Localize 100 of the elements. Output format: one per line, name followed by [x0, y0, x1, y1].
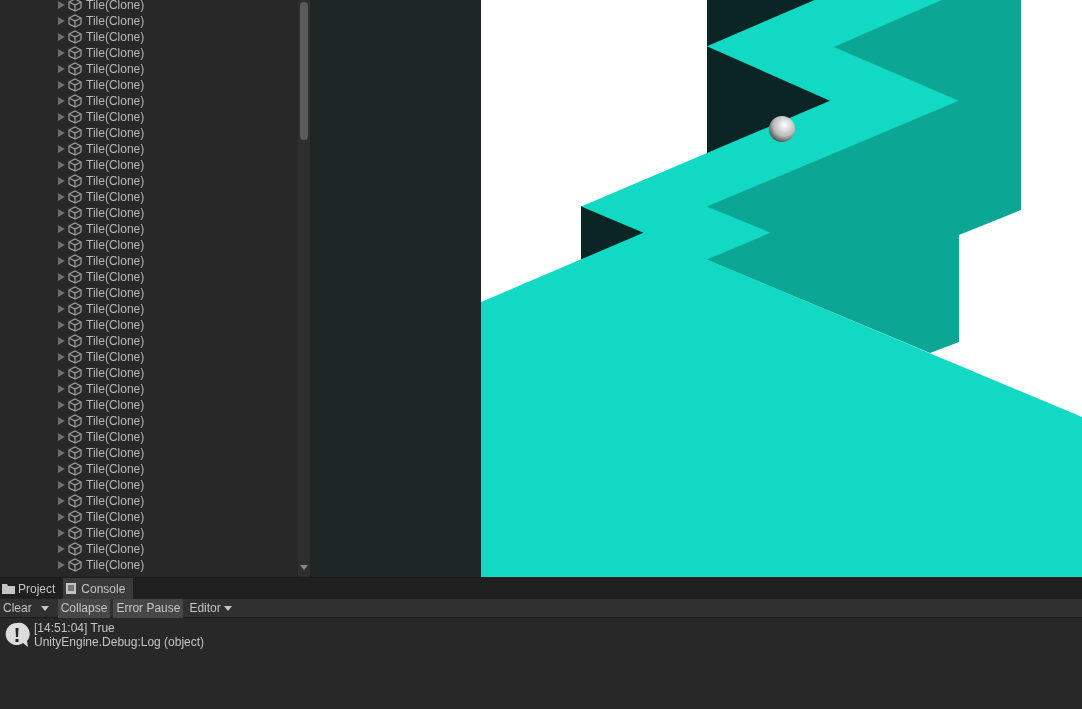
expand-arrow-icon[interactable]: [58, 49, 65, 57]
expand-arrow-icon[interactable]: [58, 529, 65, 537]
scrollbar[interactable]: [298, 0, 310, 577]
cube-icon: [68, 286, 82, 300]
hierarchy-item-label[interactable]: Tile(Clone): [86, 461, 145, 477]
expand-arrow-icon[interactable]: [58, 433, 65, 441]
expand-arrow-icon[interactable]: [58, 465, 65, 473]
hierarchy-item-label[interactable]: Tile(Clone): [86, 253, 145, 269]
cube-icon: [68, 190, 82, 204]
cube-icon: [68, 494, 82, 508]
expand-arrow-icon[interactable]: [58, 81, 65, 89]
cube-icon: [68, 478, 82, 492]
cube-icon: [68, 94, 82, 108]
expand-arrow-icon[interactable]: [58, 225, 65, 233]
expand-arrow-icon[interactable]: [58, 401, 65, 409]
expand-arrow-icon[interactable]: [58, 513, 65, 521]
folder-icon: [2, 583, 15, 594]
expand-arrow-icon[interactable]: [58, 65, 65, 73]
expand-arrow-icon[interactable]: [58, 129, 65, 137]
expand-arrow-icon[interactable]: [58, 417, 65, 425]
hierarchy-item-label[interactable]: Tile(Clone): [86, 317, 145, 333]
cube-icon: [68, 510, 82, 524]
expand-arrow-icon[interactable]: [58, 385, 65, 393]
expand-arrow-icon[interactable]: [58, 449, 65, 457]
hierarchy-item-label[interactable]: Tile(Clone): [86, 189, 145, 205]
hierarchy-item-label[interactable]: Tile(Clone): [86, 109, 145, 125]
cube-icon: [68, 30, 82, 44]
hierarchy-item-label[interactable]: Tile(Clone): [86, 429, 145, 445]
expand-arrow-icon[interactable]: [58, 305, 65, 313]
hierarchy-item-label[interactable]: Tile(Clone): [86, 269, 145, 285]
hierarchy-item-label[interactable]: Tile(Clone): [86, 525, 145, 541]
console-icon: [65, 583, 79, 594]
hierarchy-item-label[interactable]: Tile(Clone): [86, 541, 145, 557]
hierarchy-item-label[interactable]: Tile(Clone): [86, 397, 145, 413]
dropdown-button[interactable]: Editor: [186, 598, 235, 618]
cube-icon: [68, 222, 82, 236]
hierarchy-item-label[interactable]: Tile(Clone): [86, 221, 145, 237]
expand-arrow-icon[interactable]: [58, 161, 65, 169]
hierarchy-item-label[interactable]: Tile(Clone): [86, 509, 145, 525]
hierarchy-item-label[interactable]: Tile(Clone): [86, 381, 145, 397]
hierarchy-item-label[interactable]: Tile(Clone): [86, 61, 145, 77]
cube-icon: [68, 542, 82, 556]
expand-arrow-icon[interactable]: [58, 97, 65, 105]
hierarchy-item-label[interactable]: Tile(Clone): [86, 141, 145, 157]
hierarchy-item-label[interactable]: Tile(Clone): [86, 493, 145, 509]
cube-icon: [68, 62, 82, 76]
cube-icon: [68, 334, 82, 348]
hierarchy-item-label[interactable]: Tile(Clone): [86, 0, 145, 13]
hierarchy-item-label[interactable]: Tile(Clone): [86, 205, 145, 221]
expand-arrow-icon[interactable]: [58, 193, 65, 201]
expand-arrow-icon[interactable]: [58, 17, 65, 25]
expand-arrow-icon[interactable]: [58, 497, 65, 505]
expand-arrow-icon[interactable]: [58, 481, 65, 489]
expand-arrow-icon[interactable]: [58, 369, 65, 377]
hierarchy-item-label[interactable]: Tile(Clone): [86, 157, 145, 173]
hierarchy-item-label[interactable]: Tile(Clone): [86, 333, 145, 349]
log-message-icon: [3, 621, 31, 649]
expand-arrow-icon[interactable]: [58, 321, 65, 329]
hierarchy-item-label[interactable]: Tile(Clone): [86, 13, 145, 29]
cube-icon: [68, 78, 82, 92]
cube-icon: [68, 46, 82, 60]
hierarchy-item-label[interactable]: Tile(Clone): [86, 301, 145, 317]
cube-icon: [68, 158, 82, 172]
hierarchy-item-label[interactable]: Tile(Clone): [86, 365, 145, 381]
hierarchy-item-label[interactable]: Tile(Clone): [86, 93, 145, 109]
expand-arrow-icon[interactable]: [58, 337, 65, 345]
hierarchy-item-label[interactable]: Tile(Clone): [86, 285, 145, 301]
expand-arrow-icon[interactable]: [58, 33, 65, 41]
hierarchy-item-label[interactable]: Tile(Clone): [86, 557, 145, 573]
cube-icon: [68, 366, 82, 380]
hierarchy-item-label[interactable]: Tile(Clone): [86, 477, 145, 493]
expand-arrow-icon[interactable]: [58, 145, 65, 153]
expand-arrow-icon[interactable]: [58, 545, 65, 553]
expand-arrow-icon[interactable]: [58, 257, 65, 265]
hierarchy-item-label[interactable]: Tile(Clone): [86, 173, 145, 189]
panel-tab[interactable]: Console: [63, 578, 134, 599]
hierarchy-item-label[interactable]: Tile(Clone): [86, 413, 145, 429]
hierarchy-item-label[interactable]: Tile(Clone): [86, 125, 145, 141]
expand-arrow-icon[interactable]: [58, 289, 65, 297]
cube-icon: [68, 174, 82, 188]
scrollbar-thumb[interactable]: [300, 2, 308, 140]
expand-arrow-icon[interactable]: [58, 241, 65, 249]
cube-icon: [68, 206, 82, 220]
hierarchy-item-label[interactable]: Tile(Clone): [86, 77, 145, 93]
hierarchy-item-label[interactable]: Tile(Clone): [86, 45, 145, 61]
expand-arrow-icon[interactable]: [58, 209, 65, 217]
expand-arrow-icon[interactable]: [58, 273, 65, 281]
expand-arrow-icon[interactable]: [58, 177, 65, 185]
hierarchy-item-label[interactable]: Tile(Clone): [86, 237, 145, 253]
panel-tab[interactable]: Project: [0, 578, 64, 599]
expand-arrow-icon[interactable]: [58, 113, 65, 121]
log-message[interactable]: [14:51:04] True: [34, 621, 205, 635]
hierarchy-item-label[interactable]: Tile(Clone): [86, 445, 145, 461]
clear-button[interactable]: Clear: [0, 598, 35, 618]
expand-arrow-icon[interactable]: [58, 1, 65, 9]
hierarchy-item-label[interactable]: Tile(Clone): [86, 349, 145, 365]
expand-arrow-icon[interactable]: [58, 353, 65, 361]
hierarchy-item-label[interactable]: Tile(Clone): [86, 29, 145, 45]
expand-arrow-icon[interactable]: [58, 561, 65, 569]
scroll-down-icon[interactable]: [300, 565, 308, 571]
